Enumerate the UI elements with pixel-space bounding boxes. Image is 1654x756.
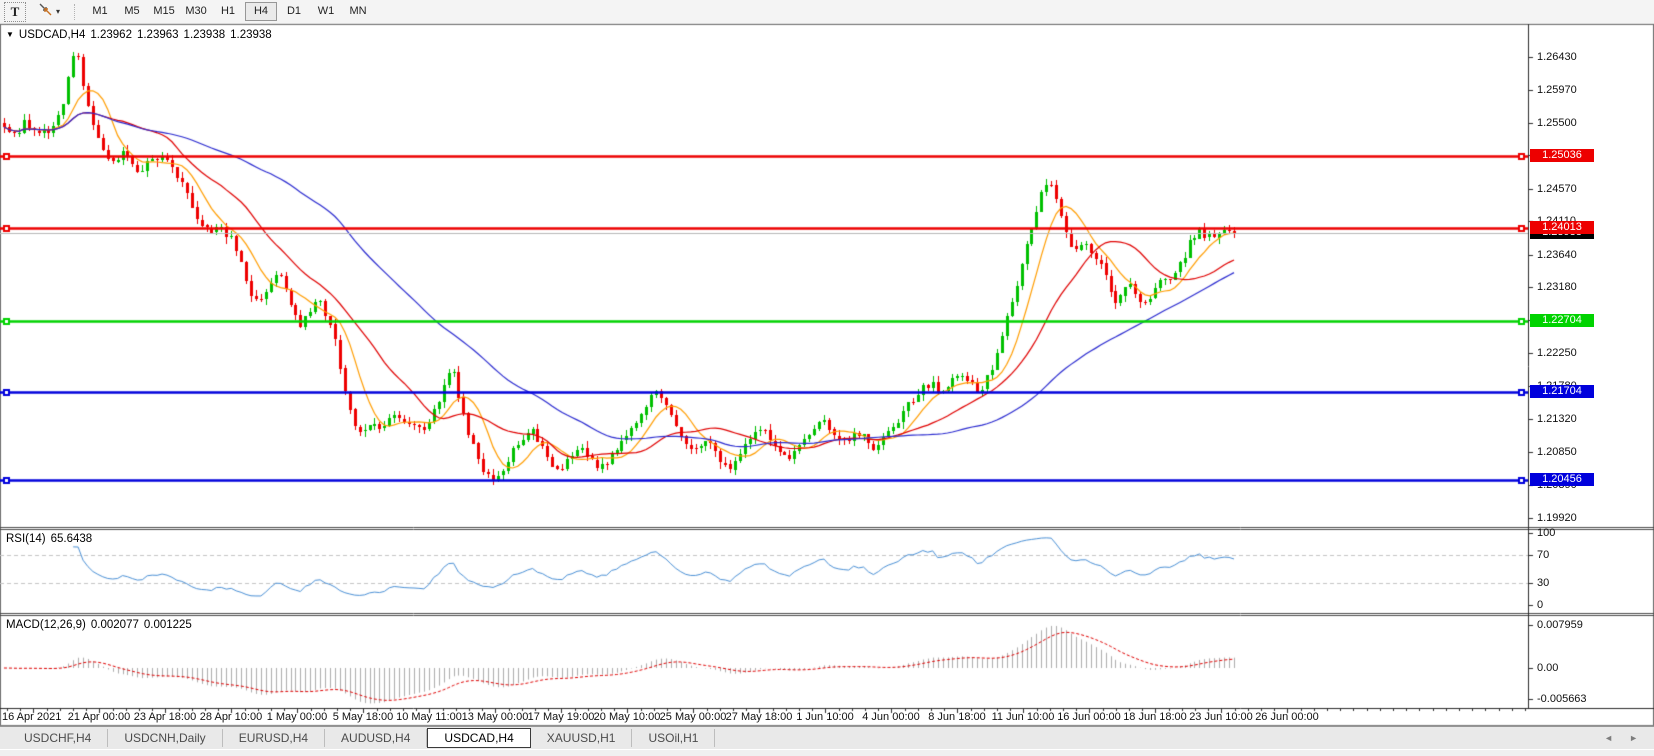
text-tool-button[interactable]: T xyxy=(4,2,26,22)
double-arrow-icon xyxy=(38,3,53,21)
main-toolbar: T ▾ M1 M5 M15 M30 H1 H4 D1 W1 MN xyxy=(0,0,1654,24)
tab-eurusd-h4[interactable]: EURUSD,H4 xyxy=(223,729,325,747)
tab-usdchf-h4[interactable]: USDCHF,H4 xyxy=(8,729,108,747)
tab-usoil-h1[interactable]: USOil,H1 xyxy=(632,729,715,747)
timeframe-m30-button[interactable]: M30 xyxy=(181,2,211,21)
arrow-objects-button[interactable]: ▾ xyxy=(36,3,62,21)
toolbar-separator xyxy=(74,4,76,20)
timeframe-m5-button[interactable]: M5 xyxy=(117,2,147,21)
timeframe-d1-button[interactable]: D1 xyxy=(279,2,309,21)
tab-xauusd-h1[interactable]: XAUUSD,H1 xyxy=(531,729,633,747)
timeframe-m15-button[interactable]: M15 xyxy=(149,2,179,21)
timeframe-mn-button[interactable]: MN xyxy=(343,2,373,21)
tab-audusd-h4[interactable]: AUDUSD,H4 xyxy=(325,729,427,747)
chart-tab-bar: USDCHF,H4 USDCNH,Daily EURUSD,H4 AUDUSD,… xyxy=(0,726,1654,749)
timeframe-h4-button[interactable]: H4 xyxy=(245,2,277,21)
chevron-down-icon: ▾ xyxy=(56,7,60,16)
tab-usdcad-h4[interactable]: USDCAD,H4 xyxy=(427,728,530,748)
timeframe-w1-button[interactable]: W1 xyxy=(311,2,341,21)
price-chart-canvas[interactable] xyxy=(0,0,1654,755)
timeframe-m1-button[interactable]: M1 xyxy=(85,2,115,21)
timeframe-h1-button[interactable]: H1 xyxy=(213,2,243,21)
tab-usdcnh-daily[interactable]: USDCNH,Daily xyxy=(108,729,222,747)
tab-scroll-right-button[interactable]: ► xyxy=(1629,733,1638,743)
tab-scroll-left-button[interactable]: ◄ xyxy=(1604,733,1613,743)
